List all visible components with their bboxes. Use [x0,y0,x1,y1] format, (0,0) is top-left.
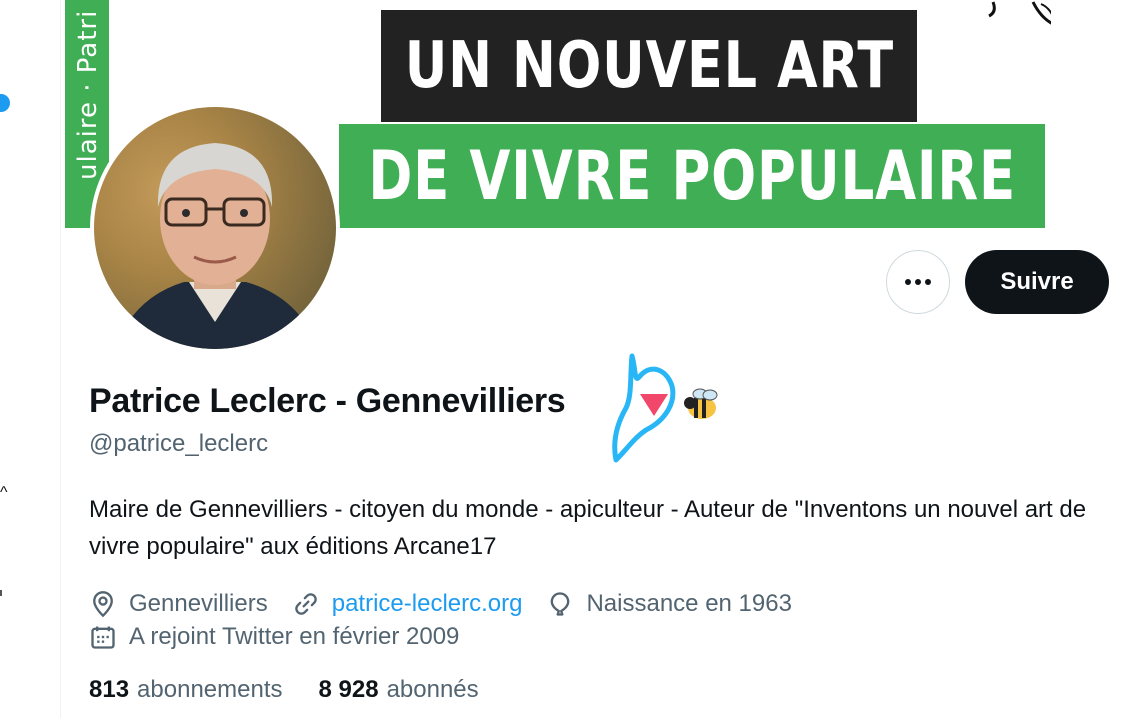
banner-title-line1: UN NOUVEL ART [381,10,917,122]
banner-line1-text: UN NOUVEL ART [404,29,894,103]
calendar-icon [91,626,115,649]
nav-icon-fragment[interactable]: ^ [0,484,8,502]
avatar-portrait [114,143,319,349]
followers-stat[interactable]: 8 928 abonnés [319,676,479,704]
following-stat[interactable]: 813 abonnements [89,676,283,704]
more-options-button[interactable] [886,250,950,314]
profile-avatar[interactable] [90,103,340,353]
location-pin-icon [93,591,113,618]
avatar-photo [94,107,336,349]
profile-handle: @patrice_leclerc [89,430,269,457]
nav-icon-fragment-2[interactable] [0,590,2,596]
annotation-scribble [612,353,676,463]
notification-dot[interactable] [0,94,10,112]
banner-title-line2: DE VIVRE POPULAIRE [339,124,1045,228]
banner-strip-text: ulaire · Patri [73,9,103,180]
profile-website[interactable]: patrice-leclerc.org [292,590,523,618]
profile-display-name: Patrice Leclerc - Gennevilliers [89,382,566,420]
link-icon [294,593,317,615]
birth-text: Naissance en 1963 [586,590,792,617]
more-horizontal-icon [905,279,931,285]
following-count: 813 [89,676,130,703]
profile-location: Gennevilliers [89,590,268,618]
follow-button[interactable]: Suivre [965,250,1109,314]
banner-line2-text: DE VIVRE POPULAIRE [368,136,1016,216]
profile-stats: 813 abonnements 8 928 abonnés [89,676,515,704]
followers-count: 8 928 [318,676,379,703]
balloon-icon [551,592,570,616]
banner-doodle [988,1,1051,25]
website-link[interactable]: patrice-leclerc.org [332,590,523,618]
profile-meta-row: Gennevilliers patrice-leclerc.org Naissa… [89,588,816,620]
followers-label: abonnés [386,676,479,703]
profile-joined: A rejoint Twitter en février 2009 [89,623,459,651]
profile-bio: Maire de Gennevilliers - citoyen du mond… [89,496,1087,560]
location-text: Gennevilliers [129,590,268,617]
left-nav-rail: ^ [0,0,61,718]
joined-text: A rejoint Twitter en février 2009 [129,623,460,650]
following-label: abonnements [137,676,283,703]
profile-joined-row: A rejoint Twitter en février 2009 [89,621,483,653]
profile-birth: Naissance en 1963 [546,590,792,618]
